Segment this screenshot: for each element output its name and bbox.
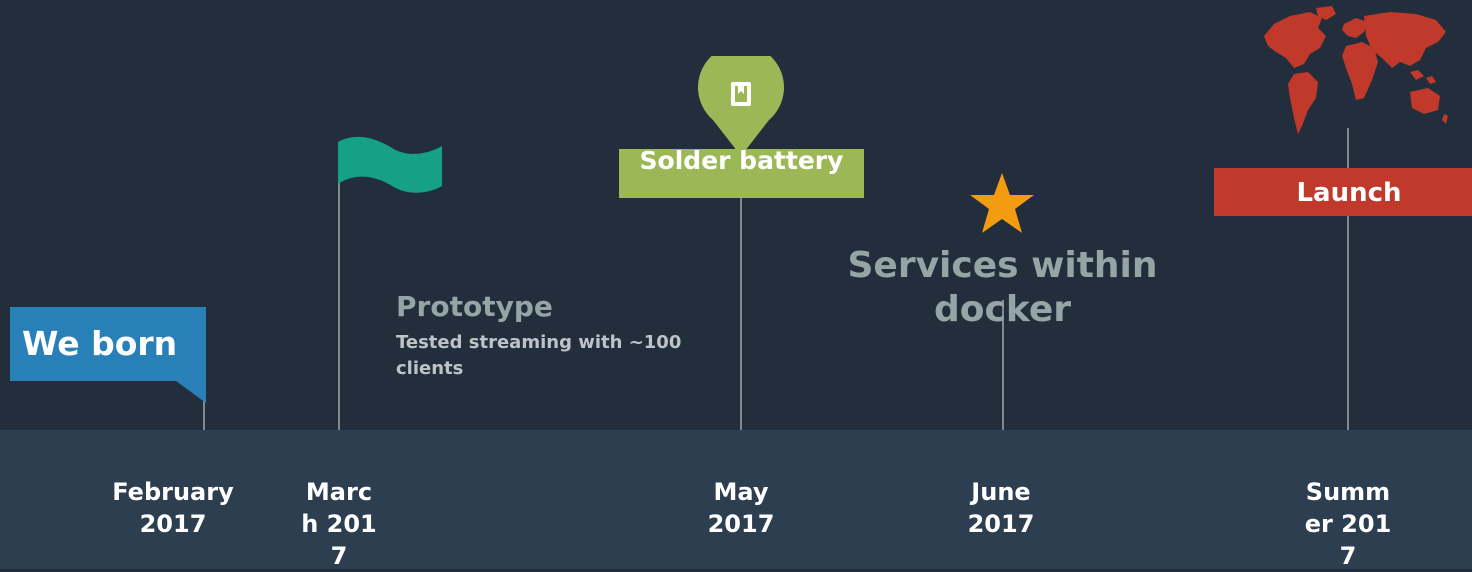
date-summer: Summer 2017 bbox=[1304, 478, 1392, 570]
flag-icon bbox=[338, 136, 442, 193]
date-may: May 2017 bbox=[707, 478, 775, 538]
milestone-services-title: Services within docker bbox=[847, 245, 1158, 330]
milestone-launch-label: Launch bbox=[1296, 178, 1402, 208]
timeline: We born Prototype Tested streaming with … bbox=[0, 0, 1472, 570]
milestone-prototype-subtitle: Tested streaming with ~100 clients bbox=[396, 332, 682, 379]
star-icon bbox=[970, 173, 1034, 233]
date-june: June 2017 bbox=[967, 478, 1035, 538]
world-map-icon bbox=[1264, 6, 1448, 134]
map-pin-icon bbox=[698, 56, 784, 156]
date-march: March 2017 bbox=[301, 478, 377, 570]
milestone-prototype-title: Prototype bbox=[396, 290, 553, 323]
milestone-born-label: We born bbox=[22, 324, 178, 363]
stem-march bbox=[338, 180, 340, 430]
date-february: February 2017 bbox=[112, 478, 234, 538]
stem-may bbox=[740, 195, 742, 430]
book-icon bbox=[731, 82, 751, 106]
milestone-solder-label: Solder battery bbox=[639, 146, 844, 175]
